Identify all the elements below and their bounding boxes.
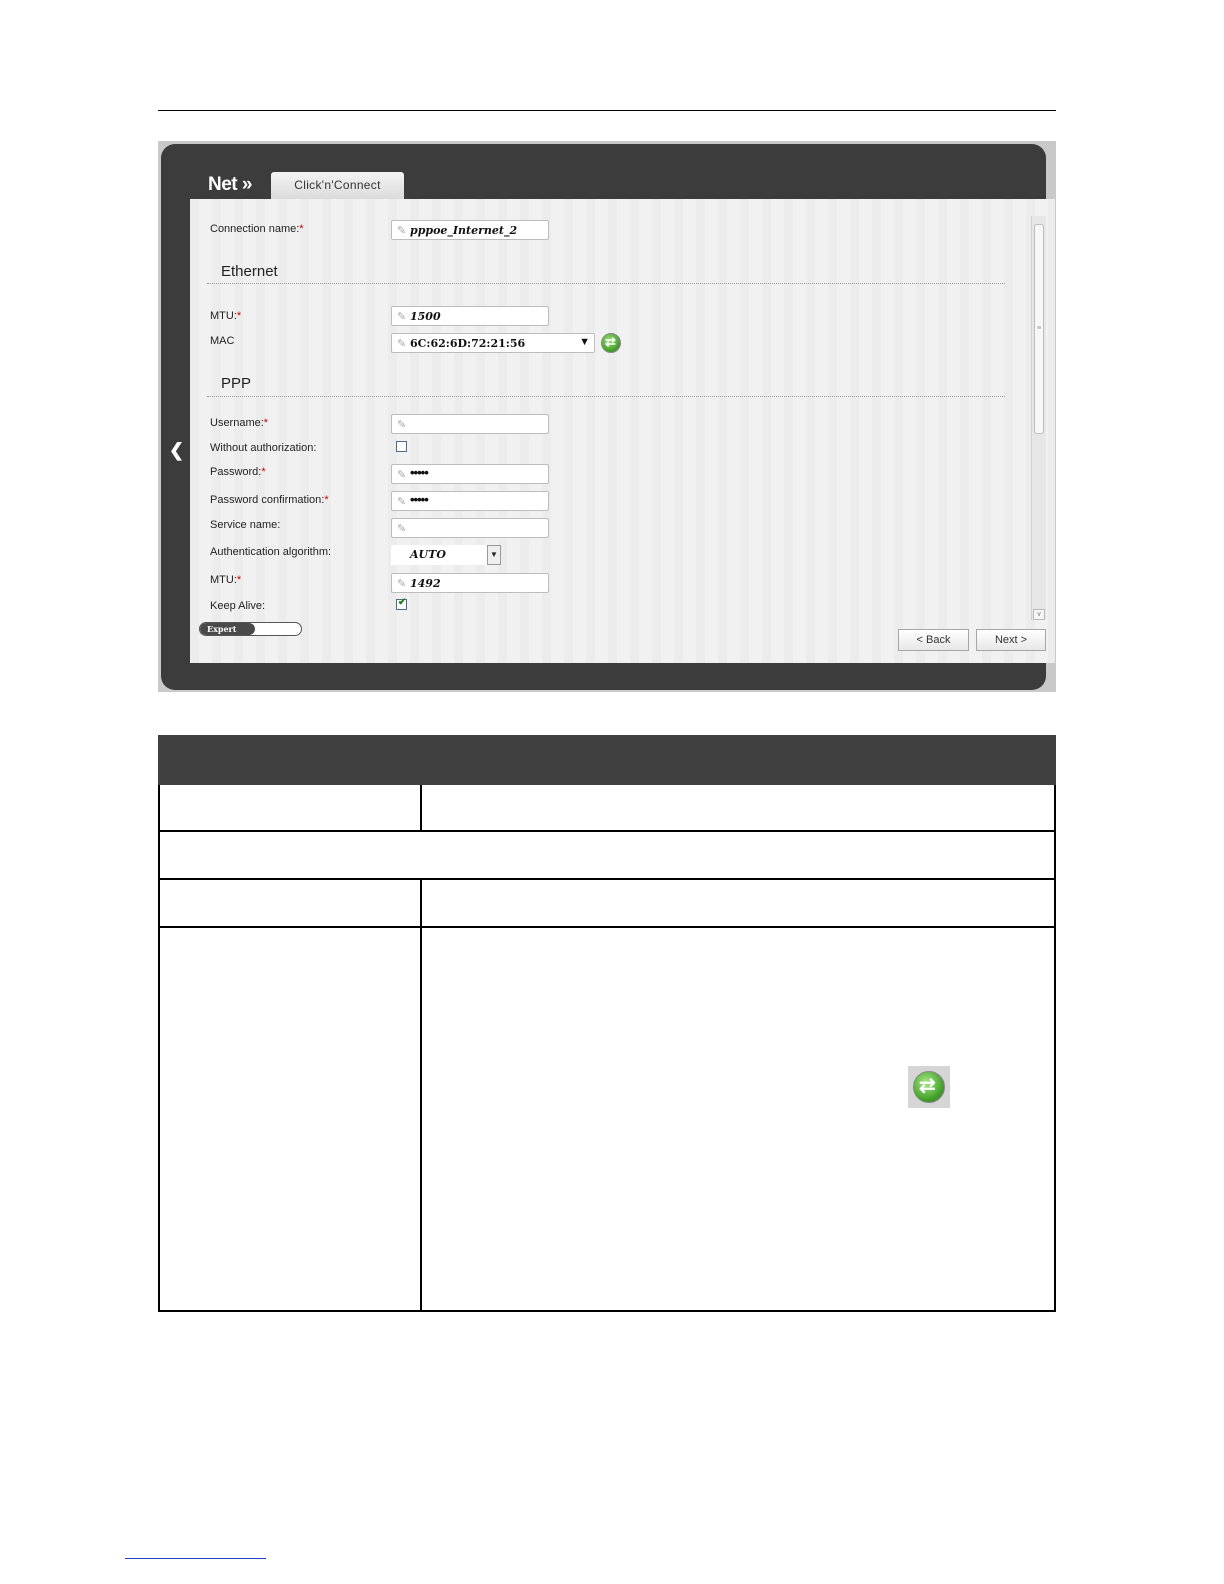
without-authorization-label: Without authorization: bbox=[210, 442, 317, 454]
table-section-row bbox=[158, 832, 1056, 880]
vertical-scrollbar[interactable]: ≡ ∨ bbox=[1031, 216, 1046, 620]
keep-alive-checkbox[interactable]: ✔ bbox=[396, 597, 407, 610]
grip-icon: ≡ bbox=[1037, 325, 1042, 332]
ethernet-mtu-field[interactable]: ✎ 1500 bbox=[391, 306, 549, 326]
clone-mac-refresh-icon bbox=[908, 1066, 950, 1108]
pencil-icon: ✎ bbox=[397, 496, 407, 508]
username-field[interactable]: ✎ bbox=[391, 414, 549, 434]
table-row bbox=[158, 880, 1056, 928]
ethernet-heading: Ethernet bbox=[221, 263, 278, 280]
form-panel: Connection name:* ✎ pppoe_Internet_2 Eth… bbox=[190, 199, 1055, 663]
auth-algorithm-select[interactable]: AUTO ▼ bbox=[391, 545, 501, 565]
mac-label: MAC bbox=[210, 335, 235, 347]
ppp-mtu-label: MTU:* bbox=[210, 574, 242, 586]
dropdown-arrow-icon[interactable]: ▼ bbox=[487, 545, 501, 565]
pencil-icon: ✎ bbox=[397, 225, 407, 237]
password-confirmation-field[interactable]: ✎ ••••• bbox=[391, 491, 549, 511]
logo: Net » bbox=[208, 174, 252, 195]
auth-algorithm-label: Authentication algorithm: bbox=[210, 546, 332, 558]
connection-name-label: Connection name:* bbox=[210, 223, 304, 235]
back-arrow-icon[interactable]: ❮ bbox=[169, 440, 184, 461]
top-rule bbox=[158, 110, 1056, 111]
scroll-down-icon[interactable]: ∨ bbox=[1033, 609, 1045, 620]
pencil-icon: ✎ bbox=[397, 578, 407, 590]
dropdown-arrow-icon: ▼ bbox=[579, 336, 590, 348]
pencil-icon: ✎ bbox=[397, 469, 407, 481]
ppp-heading: PPP bbox=[221, 375, 252, 392]
username-label: Username:* bbox=[210, 417, 269, 429]
table-row bbox=[158, 785, 1056, 832]
password-label: Password:* bbox=[210, 466, 266, 478]
divider bbox=[207, 283, 1005, 284]
pencil-icon: ✎ bbox=[397, 419, 407, 431]
ppp-mtu-field[interactable]: ✎ 1492 bbox=[391, 573, 549, 593]
without-authorization-checkbox[interactable] bbox=[396, 441, 407, 452]
app-frame: Net » Click'n'Connect ❮ Connection name:… bbox=[161, 144, 1055, 690]
password-confirmation-label: Password confirmation:* bbox=[210, 494, 329, 506]
service-name-field[interactable]: ✎ bbox=[391, 518, 549, 538]
keep-alive-label: Keep Alive: bbox=[210, 600, 266, 612]
password-field[interactable]: ✎ ••••• bbox=[391, 464, 549, 484]
pencil-icon: ✎ bbox=[397, 523, 407, 535]
ethernet-mtu-label: MTU:* bbox=[210, 310, 242, 322]
pencil-icon: ✎ bbox=[397, 338, 407, 350]
tab-clickn-connect[interactable]: Click'n'Connect bbox=[271, 172, 404, 200]
expert-toggle[interactable]: Expert bbox=[199, 622, 302, 636]
scrollbar-thumb[interactable]: ≡ bbox=[1034, 224, 1044, 434]
footer-link-underline bbox=[125, 1558, 266, 1559]
mac-select[interactable]: ✎ 6C:62:6D:72:21:56 ▼ bbox=[391, 333, 595, 353]
checkmark-icon: ✔ bbox=[398, 597, 407, 608]
pencil-icon: ✎ bbox=[397, 311, 407, 323]
next-button[interactable]: Next > bbox=[976, 629, 1046, 651]
table-row bbox=[158, 928, 1056, 1312]
table-header bbox=[158, 735, 1056, 785]
service-name-label: Service name: bbox=[210, 519, 281, 531]
back-button[interactable]: < Back bbox=[898, 629, 969, 651]
connection-name-field[interactable]: ✎ pppoe_Internet_2 bbox=[391, 220, 549, 240]
clone-mac-refresh-icon[interactable] bbox=[601, 333, 621, 353]
screenshot: Net » Click'n'Connect ❮ Connection name:… bbox=[158, 141, 1056, 692]
divider bbox=[207, 396, 1005, 397]
